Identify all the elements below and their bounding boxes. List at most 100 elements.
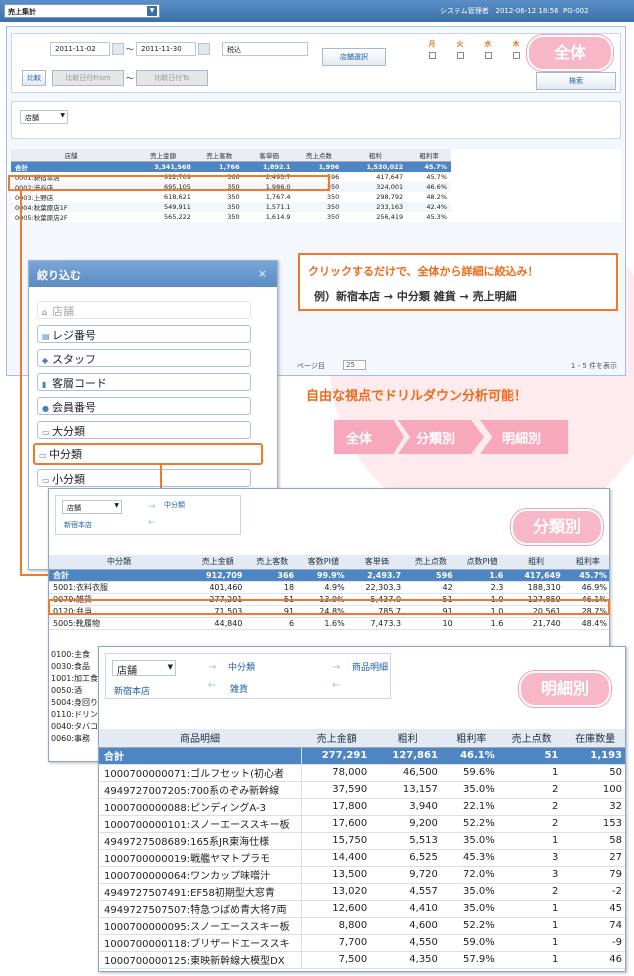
next-dimension[interactable]: 商品明細 — [352, 660, 388, 673]
drill-item-mid-category[interactable]: ▭ 中分類 — [33, 443, 263, 465]
cell[interactable]: 0005:秋葉原店2F — [11, 212, 131, 222]
cell[interactable]: 1000700000071:ゴルフセット(初心者 — [99, 764, 302, 782]
day-thu-checkbox[interactable] — [512, 52, 520, 59]
drill-item-register[interactable]: ▤ レジ番号 — [37, 325, 251, 343]
day-thu[interactable]: 木 — [506, 39, 526, 69]
table-row[interactable]: 0005:秋葉原店2F 565,222 350 1,614.9 350 256,419 45… — [11, 212, 451, 222]
drill-item-staff[interactable]: ◆ スタッフ — [37, 349, 251, 367]
cell[interactable]: 0004:秋葉原店1F — [11, 202, 131, 212]
day-wed[interactable]: 水 — [478, 39, 498, 69]
col-margin[interactable]: 粗利率 — [442, 729, 500, 748]
arrow-right-icon[interactable]: → — [332, 662, 340, 673]
day-wed-checkbox[interactable] — [484, 52, 492, 59]
col-sales[interactable]: 売上金額 — [131, 149, 195, 162]
compare-button[interactable]: 比較 — [22, 70, 46, 86]
list-item[interactable]: 0100:主食 — [51, 649, 101, 661]
store-select-button[interactable]: 店舗選択 — [322, 48, 386, 66]
page-size-select[interactable]: 25 — [343, 360, 366, 370]
close-icon[interactable]: × — [258, 267, 267, 280]
cell[interactable]: 4949727507507:特急つばめ青大将7両 — [99, 900, 302, 918]
cell[interactable]: 1000700000101:スノーエーススキー板 — [99, 815, 302, 833]
day-mon[interactable]: 月 — [422, 39, 442, 69]
col-mid-category[interactable]: 中分類 — [49, 555, 189, 570]
col-profit[interactable]: 粗利 — [372, 729, 443, 748]
table-row[interactable]: 1000700000071:ゴルフセット(初心者 78,000 46,500 59.6… — [99, 764, 625, 782]
day-mon-checkbox[interactable] — [428, 52, 436, 59]
table-row[interactable]: 4949727507507:特急つばめ青大将7両 12,600 4,410 35.0%… — [99, 900, 625, 918]
table-row[interactable]: 1000700000125:東映新幹線大模型DX 7,500 4,350 57.9% 1… — [99, 951, 625, 969]
drill-item-large-category[interactable]: ▭ 大分類 — [37, 421, 251, 439]
mid-dimension[interactable]: 中分類 — [228, 660, 255, 673]
table-row[interactable]: 5001:衣料衣服 401,460 18 4.9% 22,303.3 42 2.3 188,3… — [49, 581, 609, 594]
table-row[interactable]: 1000700000101:スノーエーススキー板 17,600 9,200 52.2%… — [99, 815, 625, 833]
compare-to-field[interactable]: 比較日付To — [136, 70, 208, 86]
next-dimension[interactable]: 中分類 — [164, 500, 185, 510]
table-row[interactable]: 4949727507491:EF58初期型大窓青 13,020 4,557 35.0%… — [99, 883, 625, 901]
cell[interactable]: 4949727007205:700系のぞみ新幹線 — [99, 781, 302, 799]
table-row[interactable]: 5005:靴履物 44,840 6 1.6% 7,473.3 10 1.6 21,740 48.… — [49, 617, 609, 630]
col-customers[interactable]: 売上客数 — [194, 149, 244, 162]
arrow-left-icon[interactable]: ← — [148, 518, 156, 528]
cell[interactable]: 4949727507491:EF58初期型大窓青 — [99, 883, 302, 901]
day-tue[interactable]: 火 — [450, 39, 470, 69]
cell[interactable]: 1000700000064:ワンカップ味噌汁 — [99, 866, 302, 884]
col-margin[interactable]: 粗利率 — [564, 555, 609, 570]
arrow-right-icon[interactable]: → — [208, 662, 216, 673]
list-item[interactable]: 0030:食品 — [51, 661, 101, 673]
search-button[interactable]: 検索 — [536, 72, 616, 90]
tax-select[interactable]: 税込 — [222, 42, 308, 56]
col-items-pi[interactable]: 点数PI値 — [456, 555, 508, 570]
arrow-left-icon[interactable]: ← — [332, 680, 340, 691]
cell[interactable]: 0003:上野店 — [11, 192, 131, 202]
table-row[interactable]: 4949727508689:165系JR東海仕様 15,750 5,513 35.0%… — [99, 832, 625, 850]
report-select[interactable]: 売上集計 ▼ — [4, 4, 160, 18]
date-from-field[interactable]: 2011-11-02 — [50, 42, 110, 56]
dimension-select[interactable]: 店舗 ▼ — [20, 110, 68, 124]
col-profit[interactable]: 粗利 — [507, 555, 565, 570]
table-row[interactable]: 1000700000095:スノーエーススキー板 8,800 4,600 52.2% 1… — [99, 917, 625, 935]
col-customers[interactable]: 売上客数 — [246, 555, 299, 570]
list-item[interactable]: 0050:酒 — [51, 685, 101, 697]
col-store[interactable]: 店舗 — [11, 149, 131, 162]
cell[interactable]: 1000700000118:ブリザードエーススキ — [99, 934, 302, 952]
table-row[interactable]: 0003:上野店 618,621 350 1,767.4 350 298,792 48.2% — [11, 192, 451, 202]
arrow-left-icon[interactable]: ← — [208, 680, 216, 691]
compare-from-field[interactable]: 比較日付From — [52, 70, 124, 86]
table-row[interactable]: 4949727007205:700系のぞみ新幹線 37,590 13,157 35.0… — [99, 781, 625, 799]
col-avg-price[interactable]: 客単価 — [348, 555, 406, 570]
cell[interactable]: 1000700000095:スノーエーススキー板 — [99, 917, 302, 935]
col-items[interactable]: 売上点数 — [294, 149, 344, 162]
list-item[interactable]: 0040:タバコ — [51, 721, 101, 733]
calendar-icon[interactable] — [112, 43, 124, 55]
table-row[interactable]: 0004:秋葉原店1F 549,911 350 1,571.1 350 233,163 42… — [11, 201, 451, 212]
table-row[interactable]: 1000700000064:ワンカップ味噌汁 13,500 9,720 72.0% 3 7… — [99, 866, 625, 884]
cell[interactable]: 1000700000125:東映新幹線大模型DX — [99, 951, 302, 969]
col-avg-price[interactable]: 客単価 — [243, 149, 295, 162]
drill-item-customer-code[interactable]: ▮ 客層コード — [37, 373, 251, 391]
cell[interactable]: 4949727508689:165系JR東海仕様 — [99, 832, 302, 850]
col-sales[interactable]: 売上金額 — [189, 555, 247, 570]
calendar-icon[interactable] — [198, 43, 210, 55]
cell[interactable]: 5001:衣料衣服 — [49, 581, 189, 594]
table-row[interactable]: 1000700000088:ピンディングA-3 17,800 3,940 22.1% 2… — [99, 798, 625, 816]
list-item[interactable]: 0110:ドリン — [51, 709, 101, 721]
col-sales[interactable]: 売上金額 — [301, 729, 373, 748]
col-profit[interactable]: 粗利 — [343, 149, 408, 162]
table-row[interactable]: 1000700000118:ブリザードエーススキ 7,700 4,550 59.0% 1… — [99, 934, 625, 952]
drill-item-store[interactable]: ⌂ 店舗 — [37, 301, 251, 319]
col-items[interactable]: 売上点数 — [499, 729, 564, 748]
list-item[interactable]: 5004:身回り — [51, 697, 101, 709]
dimension-select[interactable]: 店舗 ▼ — [62, 500, 122, 514]
cell[interactable]: 5005:靴履物 — [49, 617, 189, 630]
date-to-field[interactable]: 2011-11-30 — [136, 42, 196, 56]
list-item[interactable]: 0060:事務 — [51, 733, 101, 745]
col-margin[interactable]: 粗利率 — [407, 149, 451, 162]
list-item[interactable]: 1001:加工食 — [51, 673, 101, 685]
arrow-right-icon[interactable]: → — [148, 502, 156, 512]
cell[interactable]: 1000700000088:ピンディングA-3 — [99, 798, 302, 816]
drill-item-small-category[interactable]: ▭ 小分類 — [37, 469, 251, 487]
drill-item-member[interactable]: ● 会員番号 — [37, 397, 251, 415]
col-stock[interactable]: 在庫数量 — [563, 729, 625, 748]
table-row[interactable]: 1000700000019:戦艦ヤマトプラモ 14,400 6,525 45.3% 3 2… — [99, 849, 625, 867]
col-items[interactable]: 売上点数 — [405, 555, 457, 570]
